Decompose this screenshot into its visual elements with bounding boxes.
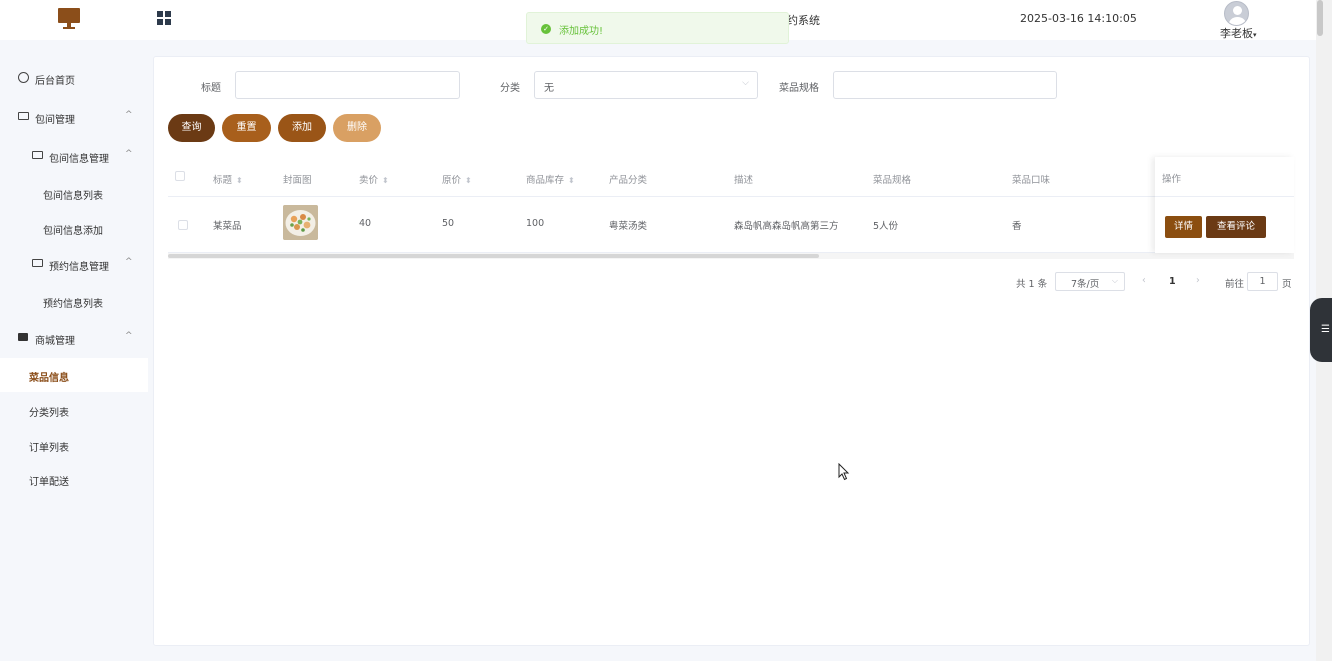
main-panel [153, 56, 1310, 646]
sort-icon[interactable]: ⬍ [382, 176, 389, 185]
spec-filter-label: 菜品规格 [779, 83, 819, 94]
mouse-cursor-icon [838, 463, 850, 481]
side-drawer-handle[interactable]: ☰ [1310, 298, 1332, 362]
goto-page-input[interactable]: 1 [1247, 272, 1278, 291]
column-header-actions: 操作 [1162, 174, 1182, 185]
info-icon [32, 259, 43, 267]
cell-price: 40 [359, 218, 372, 229]
sidebar-item-room-management[interactable]: 包间管理 ^ [0, 100, 148, 134]
pagination-total: 共 1 条 [1016, 279, 1048, 290]
chevron-up-icon: ^ [125, 149, 133, 159]
sidebar-item-room-info-list[interactable]: 包间信息列表 [0, 176, 148, 210]
chevron-up-icon: ^ [125, 257, 133, 267]
category-select[interactable]: 无 ⌵ [534, 71, 758, 99]
success-toast: ✓ 添加成功! [526, 12, 789, 44]
chevron-down-icon: ⌵ [1111, 276, 1118, 285]
delete-button[interactable]: 删除 [333, 114, 381, 142]
user-dropdown[interactable]: 李老板▾ [1220, 25, 1257, 41]
sidebar: 后台首页 包间管理 ^ 包间信息管理 ^ 包间信息列表 包间信息添加 预约信息管… [0, 40, 148, 661]
sidebar-item-dish-info[interactable]: 菜品信息 [0, 358, 148, 392]
page-size-select[interactable]: 7条/页 ⌵ [1055, 272, 1125, 291]
cell-stock: 100 [526, 218, 545, 229]
dish-cover-image[interactable] [283, 205, 318, 240]
column-header-stock[interactable]: 商品库存 ⬍ [526, 172, 575, 186]
page-size-value: 7条/页 [1071, 279, 1100, 290]
select-all-checkbox[interactable] [175, 171, 185, 181]
system-title: 约系统 [787, 14, 820, 27]
grid-menu-icon[interactable] [157, 11, 172, 26]
table-row: 某菜品 40 50 100 粤菜汤类 森岛帆高森岛帆高第三方 5人份 香 [168, 197, 1294, 253]
actions-column: 操作 详情 查看评论 [1155, 157, 1294, 253]
goto-label: 前往 [1225, 279, 1245, 290]
sidebar-item-order-list[interactable]: 订单列表 [0, 428, 148, 462]
caret-down-icon: ▾ [1253, 31, 1257, 39]
detail-button[interactable]: 详情 [1165, 216, 1202, 238]
menu-lines-icon: ☰ [1321, 324, 1330, 335]
column-header-original-price[interactable]: 原价 ⬍ [442, 172, 472, 186]
cell-category: 粤菜汤类 [609, 221, 648, 232]
clock-icon [18, 72, 29, 83]
category-filter-label: 分类 [500, 83, 520, 94]
datetime-display: 2025-03-16 14:10:05 [1020, 12, 1137, 25]
sidebar-item-order-delivery[interactable]: 订单配送 [0, 462, 148, 496]
title-filter-input[interactable] [235, 71, 460, 99]
sidebar-item-reservation-list[interactable]: 预约信息列表 [0, 284, 148, 318]
cell-flavor: 香 [1012, 221, 1022, 232]
spec-filter-input[interactable] [833, 71, 1057, 99]
sort-icon[interactable]: ⬍ [236, 176, 243, 185]
category-select-value: 无 [544, 83, 554, 94]
cell-title: 某菜品 [213, 221, 242, 232]
shop-icon [18, 333, 28, 341]
sort-icon[interactable]: ⬍ [465, 176, 472, 185]
query-button[interactable]: 查询 [168, 114, 215, 142]
info-icon [32, 151, 43, 159]
view-reviews-button[interactable]: 查看评论 [1206, 216, 1266, 238]
column-header-flavor: 菜品口味 [1012, 175, 1051, 186]
column-header-category: 产品分类 [609, 175, 648, 186]
avatar[interactable] [1224, 1, 1249, 26]
sort-icon[interactable]: ⬍ [568, 176, 575, 185]
page-number-current[interactable]: 1 [1169, 276, 1176, 287]
monitor-logo-icon [58, 8, 80, 30]
row-checkbox[interactable] [178, 220, 188, 230]
sidebar-item-room-info-add[interactable]: 包间信息添加 [0, 211, 148, 245]
prev-page-icon[interactable]: ‹ [1142, 275, 1146, 286]
table-horizontal-scrollbar[interactable] [168, 253, 1294, 259]
check-circle-icon: ✓ [541, 24, 551, 34]
cell-description: 森岛帆高森岛帆高第三方 [734, 221, 839, 232]
page-suffix-label: 页 [1282, 279, 1292, 290]
chevron-up-icon: ^ [125, 331, 133, 341]
next-page-icon[interactable]: › [1196, 275, 1200, 286]
reset-button[interactable]: 重置 [222, 114, 271, 142]
title-filter-label: 标题 [201, 83, 221, 94]
toast-message: 添加成功! [559, 26, 604, 37]
sidebar-item-shop-management[interactable]: 商城管理 ^ [0, 321, 148, 355]
room-icon [18, 112, 29, 120]
chevron-down-icon: ⌵ [742, 78, 749, 88]
sidebar-item-category-list[interactable]: 分类列表 [0, 393, 148, 427]
sidebar-item-room-info-management[interactable]: 包间信息管理 ^ [0, 139, 148, 173]
sidebar-item-dashboard[interactable]: 后台首页 [0, 61, 148, 95]
chevron-up-icon: ^ [125, 110, 133, 120]
username-label: 李老板 [1220, 27, 1253, 40]
column-header-title[interactable]: 标题 ⬍ [213, 172, 243, 186]
cell-spec: 5人份 [873, 221, 899, 232]
column-header-price[interactable]: 卖价 ⬍ [359, 172, 389, 186]
column-header-cover: 封面图 [283, 175, 312, 186]
column-header-description: 描述 [734, 175, 754, 186]
cell-original-price: 50 [442, 218, 455, 229]
table-header: 标题 ⬍ 封面图 卖价 ⬍ 原价 ⬍ 商品库存 ⬍ 产品分类 描述 菜品规格 菜品口味 [168, 160, 1294, 197]
sidebar-item-reservation-management[interactable]: 预约信息管理 ^ [0, 247, 148, 281]
column-header-spec: 菜品规格 [873, 175, 912, 186]
add-button[interactable]: 添加 [278, 114, 326, 142]
